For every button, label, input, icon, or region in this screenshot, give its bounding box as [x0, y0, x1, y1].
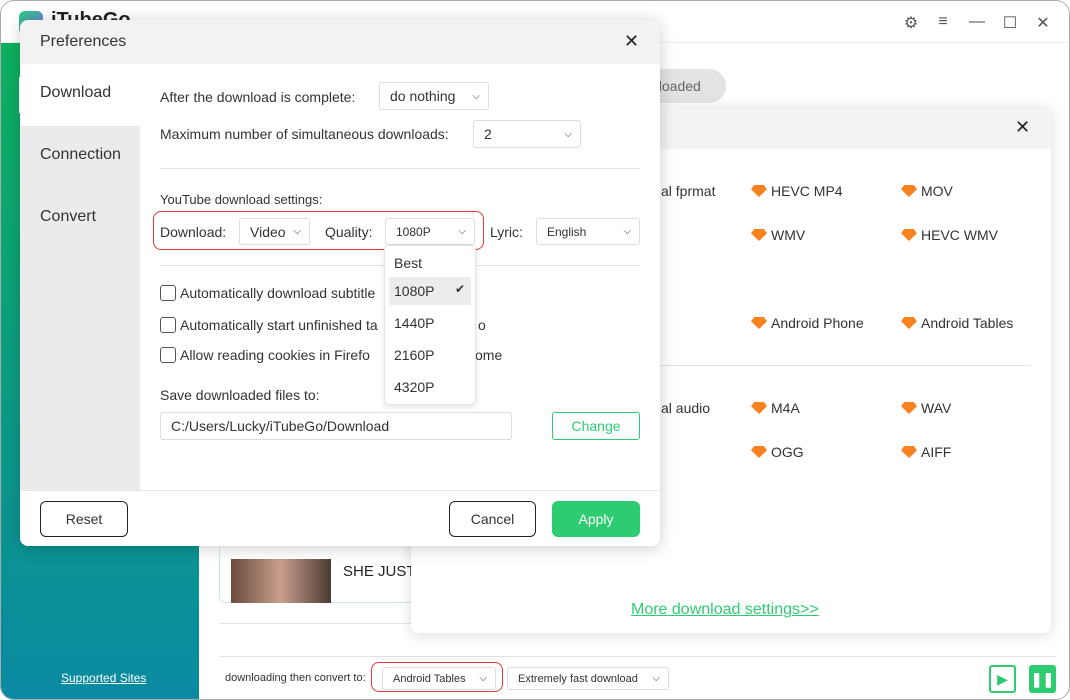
premium-icon	[901, 229, 917, 241]
format-option[interactable]: Android Phone	[751, 315, 864, 331]
nav-connection[interactable]: Connection	[20, 126, 140, 188]
close-icon[interactable]: ✕	[1033, 13, 1053, 33]
checkbox-label-tail: ome	[475, 347, 503, 363]
download-type-label: Download:	[160, 224, 227, 240]
preferences-dialog: Preferences ✕ Download Connection Conver…	[20, 20, 660, 546]
nav-download[interactable]: Download	[20, 64, 140, 126]
premium-icon	[751, 229, 767, 241]
premium-icon	[901, 185, 917, 197]
premium-icon	[901, 402, 917, 414]
cancel-button[interactable]: Cancel	[449, 501, 536, 537]
download-type-select[interactable]: Video ⌵	[239, 218, 310, 245]
menu-icon[interactable]: ≡	[933, 13, 953, 31]
after-complete-label: After the download is complete:	[160, 89, 356, 105]
lyric-label: Lyric:	[490, 224, 523, 240]
change-button[interactable]: Change	[552, 412, 640, 440]
video-item[interactable]: SHE JUST	[219, 547, 419, 603]
chevron-down-icon: ⌵	[472, 90, 480, 102]
convert-format-value: Android Tables	[393, 672, 466, 685]
premium-icon	[751, 185, 767, 197]
format-option[interactable]: OGG	[751, 444, 804, 460]
format-option[interactable]: M4A	[751, 400, 800, 416]
play-button[interactable]: ▶	[989, 665, 1016, 693]
settings-icon[interactable]: ⚙	[901, 13, 921, 33]
chevron-down-icon: ⌵	[479, 673, 487, 684]
chevron-down-icon: ⌵	[458, 226, 466, 237]
close-icon[interactable]: ✕	[624, 31, 639, 52]
format-option[interactable]: HEVC MP4	[751, 183, 843, 199]
max-downloads-label: Maximum number of simultaneous downloads…	[160, 126, 449, 142]
cookies-checkbox[interactable]	[160, 347, 176, 363]
checkbox-label: Automatically download subtitle	[180, 285, 376, 301]
save-path-input[interactable]: C:/Users/Lucky/iTubeGo/Download	[160, 412, 512, 440]
save-path-label: Save downloaded files to:	[160, 387, 320, 403]
lyric-select[interactable]: English ⌵	[536, 218, 640, 245]
auto-start-checkbox[interactable]	[160, 317, 176, 333]
premium-icon	[751, 317, 767, 329]
minimize-icon[interactable]: —	[967, 13, 987, 31]
speed-select[interactable]: Extremely fast download ⌵	[507, 667, 669, 690]
format-option[interactable]: WMV	[751, 227, 805, 243]
quality-option[interactable]: 2160P	[389, 341, 471, 369]
dialog-footer: Reset Cancel Apply	[20, 490, 660, 546]
max-downloads-select[interactable]: 2 ⌵	[473, 120, 581, 148]
supported-sites-link[interactable]: Supported Sites	[61, 671, 146, 685]
auto-subtitle-checkbox[interactable]	[160, 285, 176, 301]
quality-option[interactable]: Best	[389, 249, 471, 277]
audio-format-label: al audio	[661, 400, 711, 416]
checkbox-label-tail: o	[478, 317, 486, 333]
youtube-settings-label: YouTube download settings:	[160, 192, 323, 207]
after-complete-select[interactable]: do nothing ⌵	[379, 82, 489, 110]
dialog-title: Preferences	[40, 33, 127, 50]
quality-label: Quality:	[325, 224, 373, 240]
quality-option[interactable]: 4320P	[389, 373, 471, 401]
quality-option-selected[interactable]: 1080P ✔	[389, 277, 471, 305]
premium-icon	[751, 446, 767, 458]
format-option[interactable]: WAV	[901, 400, 951, 416]
format-option[interactable]: HEVC WMV	[901, 227, 998, 243]
speed-value: Extremely fast download	[518, 672, 638, 685]
premium-icon	[901, 317, 917, 329]
chevron-down-icon: ⌵	[623, 226, 631, 237]
quality-option[interactable]: 1440P	[389, 309, 471, 337]
chevron-down-icon: ⌵	[293, 226, 301, 237]
format-option[interactable]: MOV	[901, 183, 953, 199]
video-thumbnail	[231, 559, 331, 603]
pause-button[interactable]: ❚❚	[1029, 665, 1056, 693]
nav-convert[interactable]: Convert	[20, 188, 140, 250]
maximize-icon[interactable]: ☐	[1000, 13, 1020, 33]
reset-button[interactable]: Reset	[40, 501, 128, 537]
premium-icon	[751, 402, 767, 414]
quality-dropdown: Best 1080P ✔ 1440P 2160P 4320P	[384, 245, 476, 405]
check-icon: ✔	[455, 282, 466, 296]
more-settings-link[interactable]: More download settings>>	[631, 601, 819, 619]
convert-format-select[interactable]: Android Tables ⌵	[382, 667, 496, 690]
checkbox-label: Allow reading cookies in Firefo	[180, 347, 370, 363]
video-title: SHE JUST	[343, 563, 416, 580]
dialog-header: Preferences ✕	[20, 20, 660, 64]
quality-select[interactable]: 1080P ⌵	[385, 218, 475, 245]
format-option[interactable]: AIFF	[901, 444, 951, 460]
chevron-down-icon: ⌵	[652, 673, 660, 684]
video-format-label: al fprmat	[661, 183, 716, 199]
checkbox-label: Automatically start unfinished ta	[180, 317, 378, 333]
convert-label: downloading then convert to:	[225, 672, 366, 684]
preferences-nav: Download Connection Convert	[20, 64, 140, 490]
apply-button[interactable]: Apply	[552, 501, 640, 537]
close-icon[interactable]: ✕	[1015, 117, 1030, 138]
chevron-down-icon: ⌵	[564, 128, 572, 140]
format-option[interactable]: Android Tables	[901, 315, 1013, 331]
premium-icon	[901, 446, 917, 458]
